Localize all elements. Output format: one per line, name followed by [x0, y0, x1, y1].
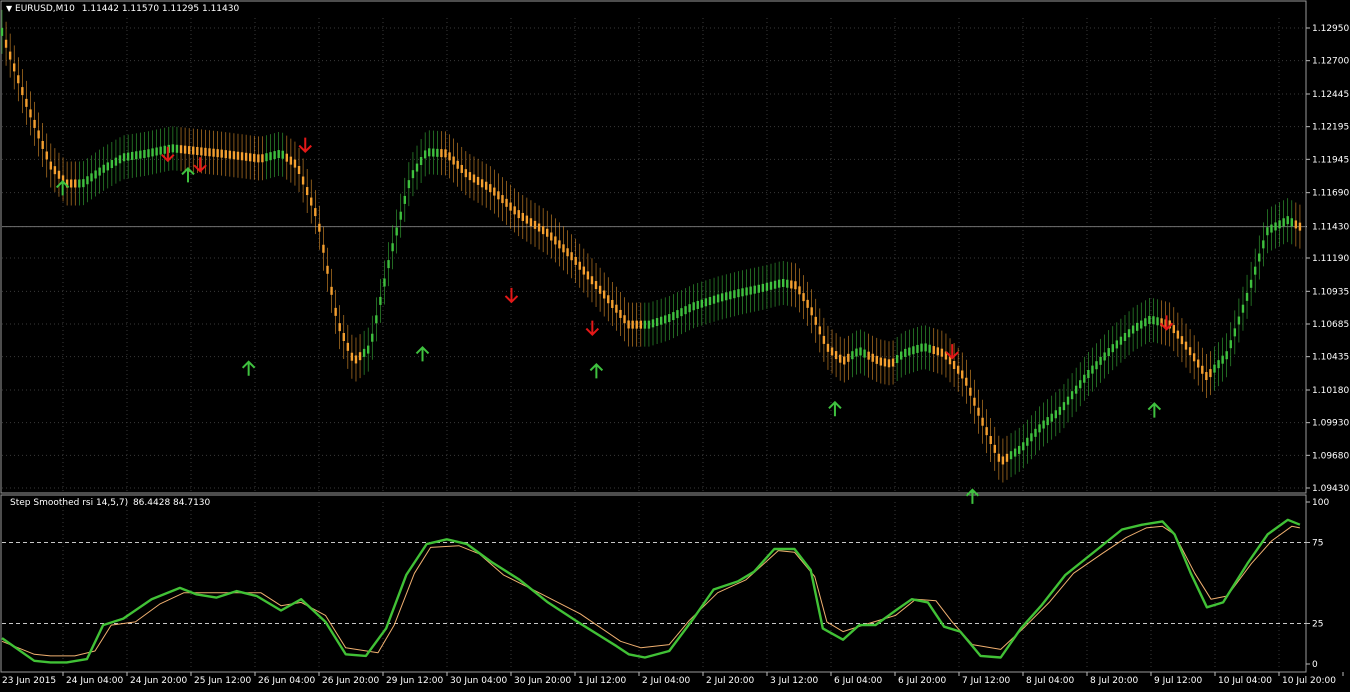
down-arrow-icon [298, 137, 312, 154]
price-tick-label: 1.12195 [1312, 123, 1349, 133]
rsi-tick-label: 100 [1312, 498, 1329, 508]
time-tick-label: 6 Jul 20:00 [898, 676, 947, 686]
rsi-tick-label: 25 [1312, 620, 1323, 630]
time-tick-label: 26 Jun 04:00 [258, 676, 315, 686]
time-tick-label: 24 Jun 04:00 [66, 676, 123, 686]
symbol-title: EURUSD,M10 [15, 4, 75, 14]
price-tick-label: 1.12950 [1312, 24, 1349, 34]
up-arrow-icon [181, 166, 195, 183]
price-tick-label: 1.10935 [1312, 287, 1349, 297]
price-tick-label: 1.11190 [1312, 254, 1349, 264]
price-tick-label: 1.10180 [1312, 386, 1349, 396]
ohlc-values: 1.11442 1.11570 1.11295 1.11430 [81, 4, 240, 14]
chart-window: 1.12950 1.12700 1.12445 1.12195 1.11945 1.116… [0, 0, 1350, 688]
price-tick-label: 1.11945 [1312, 155, 1349, 165]
price-tick-label: 1.11690 [1312, 189, 1349, 199]
time-tick-label: 1 Jul 12:00 [578, 676, 627, 686]
up-arrow-icon [589, 362, 604, 379]
price-tick-label: 1.09930 [1312, 419, 1349, 429]
time-tick-label: 10 Jul 04:00 [1218, 676, 1272, 686]
rsi-signal-line [1, 525, 1300, 657]
time-tick-label: 10 Jul 20:00 [1282, 676, 1336, 686]
indicator-values: 86.4428 84.7130 [132, 498, 211, 508]
time-tick-label: 8 Jul 04:00 [1026, 676, 1075, 686]
price-tick-label: 1.10435 [1312, 353, 1349, 363]
time-tick-label: 26 Jun 20:00 [322, 676, 379, 686]
rsi-main-line [1, 518, 1301, 664]
chart-canvas: 1.12950 1.12700 1.12445 1.12195 1.11945 1.116… [0, 0, 1350, 686]
indicator-header: Step Smoothed rsi 14,5,7) 86.4428 84.713… [10, 498, 210, 508]
time-tick-label: 2 Jul 04:00 [642, 676, 691, 686]
down-arrow-icon [193, 157, 207, 173]
price-tick-label: 1.10685 [1312, 320, 1349, 330]
time-tick-label: 30 Jun 04:00 [450, 676, 507, 686]
rsi-tick-label: 0 [1312, 660, 1318, 670]
time-tick-label: 24 Jun 20:00 [130, 676, 187, 686]
price-tick-label: 1.12700 [1312, 57, 1349, 67]
time-tick-label: 30 Jun 20:00 [514, 676, 571, 686]
time-tick-label: 29 Jun 12:00 [386, 676, 443, 686]
up-arrow-icon [1147, 402, 1162, 418]
dropdown-triangle-icon[interactable]: ▼ [6, 4, 12, 13]
time-tick-label: 7 Jul 12:00 [962, 676, 1011, 686]
price-tick-label: 1.09430 [1312, 484, 1349, 494]
time-tick-label: 2 Jul 20:00 [706, 676, 755, 686]
price-tick-label: 1.09680 [1312, 451, 1349, 461]
time-tick-label: 9 Jul 12:00 [1154, 676, 1203, 686]
time-tick-label: 23 Jun 2015 [2, 676, 56, 686]
up-arrow-icon [415, 345, 430, 362]
indicator-title: Step Smoothed rsi 14,5,7) [10, 498, 129, 508]
current-price-label: 1.11430 [1312, 223, 1349, 233]
up-arrow-icon [965, 488, 980, 504]
time-tick-label: 8 Jul 20:00 [1090, 676, 1139, 686]
down-arrow-icon [504, 287, 519, 304]
rsi-tick-label: 75 [1312, 539, 1323, 549]
symbol-header: ▼ EURUSD,M10 1.11442 1.11570 1.11295 1.1… [6, 4, 239, 14]
time-tick-label: 3 Jul 12:00 [770, 676, 819, 686]
down-arrow-icon [585, 320, 600, 336]
down-arrow-icon [945, 344, 959, 360]
up-arrow-icon [241, 360, 256, 376]
time-tick-label: 25 Jun 12:00 [194, 676, 251, 686]
price-tick-label: 1.12445 [1312, 90, 1349, 100]
main-frame [0, 0, 1307, 494]
time-tick-label: 6 Jul 04:00 [834, 676, 883, 686]
indicator-frame [0, 494, 1307, 673]
